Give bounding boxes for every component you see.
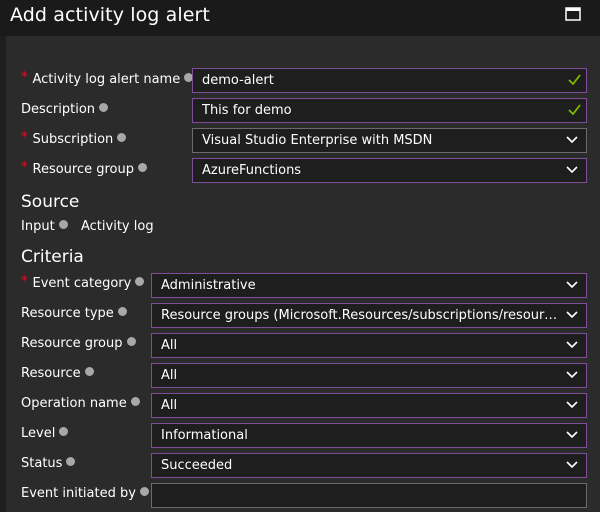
subscription-select[interactable]: Visual Studio Enterprise with MSDN xyxy=(192,128,587,153)
info-icon[interactable] xyxy=(99,103,109,112)
operation-name-label: Operation name xyxy=(21,396,140,411)
info-icon[interactable] xyxy=(66,457,76,466)
input-label: Input xyxy=(21,219,68,234)
info-icon[interactable] xyxy=(117,307,127,316)
chevron-down-icon xyxy=(566,431,578,439)
required-marker: * xyxy=(21,274,28,289)
description-label: Description xyxy=(21,102,109,117)
resource-group-select[interactable]: AzureFunctions xyxy=(192,158,587,183)
info-icon[interactable] xyxy=(138,163,148,172)
page-title: Add activity log alert xyxy=(10,4,210,26)
info-icon[interactable] xyxy=(130,397,140,406)
info-icon[interactable] xyxy=(135,277,145,286)
status-select[interactable]: Succeeded xyxy=(151,453,587,478)
subscription-label: * Subscription xyxy=(21,130,127,147)
chevron-down-icon xyxy=(566,401,578,409)
chevron-down-icon xyxy=(566,166,578,174)
input-value: Activity log xyxy=(81,219,154,234)
description-input[interactable]: This for demo xyxy=(192,98,587,123)
level-label: Level xyxy=(21,426,69,441)
alert-name-label: * Activity log alert name xyxy=(21,70,194,87)
resource-group-label: * Resource group xyxy=(21,160,148,177)
required-marker: * xyxy=(21,130,28,145)
level-select[interactable]: Informational xyxy=(151,423,587,448)
resource-type-select[interactable]: Resource groups (Microsoft.Resources/sub… xyxy=(151,303,587,328)
source-heading: Source xyxy=(21,192,80,212)
chevron-down-icon xyxy=(566,311,578,319)
resource-label: Resource xyxy=(21,366,94,381)
info-icon[interactable] xyxy=(139,487,149,496)
checkmark-icon xyxy=(568,104,581,115)
resource-type-label: Resource type xyxy=(21,306,127,321)
form-panel: * Activity log alert name demo-alert Desc… xyxy=(6,36,600,512)
event-category-label: * Event category xyxy=(21,274,145,291)
required-marker: * xyxy=(21,160,28,175)
info-icon[interactable] xyxy=(117,133,127,142)
chevron-down-icon xyxy=(566,461,578,469)
blade-header: Add activity log alert xyxy=(0,0,600,36)
criteria-heading: Criteria xyxy=(21,247,84,267)
chevron-down-icon xyxy=(566,281,578,289)
criteria-resource-group-label: Resource group xyxy=(21,336,136,351)
criteria-resource-group-select[interactable]: All xyxy=(151,333,587,358)
alert-name-input[interactable]: demo-alert xyxy=(192,68,587,93)
event-category-select[interactable]: Administrative xyxy=(151,273,587,298)
info-icon[interactable] xyxy=(126,337,136,346)
resource-select[interactable]: All xyxy=(151,363,587,388)
maximize-icon[interactable] xyxy=(565,7,581,21)
info-icon[interactable] xyxy=(59,427,69,436)
info-icon[interactable] xyxy=(84,367,94,376)
operation-name-select[interactable]: All xyxy=(151,393,587,418)
chevron-down-icon xyxy=(566,136,578,144)
chevron-down-icon xyxy=(566,341,578,349)
info-icon[interactable] xyxy=(58,220,68,229)
event-initiated-by-label: Event initiated by xyxy=(21,486,149,501)
checkmark-icon xyxy=(568,74,581,85)
required-marker: * xyxy=(21,70,28,85)
event-initiated-by-input[interactable] xyxy=(151,483,587,508)
status-label: Status xyxy=(21,456,76,471)
chevron-down-icon xyxy=(566,371,578,379)
